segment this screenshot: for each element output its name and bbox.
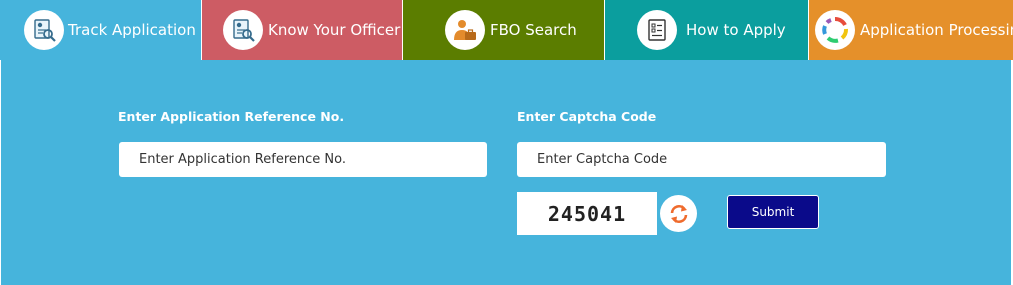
reference-number-input[interactable] bbox=[119, 142, 487, 177]
person-briefcase-icon bbox=[445, 10, 485, 50]
tab-label: Application Processing bbox=[860, 21, 1013, 39]
checklist-document-icon bbox=[637, 10, 677, 50]
tab-label: Know Your Officer bbox=[268, 21, 401, 39]
tab-label: How to Apply bbox=[686, 21, 786, 39]
tab-track-application[interactable]: Track Application bbox=[0, 0, 201, 60]
tab-how-to-apply[interactable]: How to Apply bbox=[605, 0, 808, 60]
reference-number-label: Enter Application Reference No. bbox=[118, 109, 345, 124]
track-application-panel: Enter Application Reference No. Enter Ca… bbox=[1, 60, 1011, 285]
refresh-icon bbox=[670, 204, 687, 223]
tab-application-processing[interactable]: Application Processing bbox=[809, 0, 1013, 60]
tab-label: FBO Search bbox=[490, 21, 577, 39]
refresh-captcha-button[interactable] bbox=[660, 195, 697, 232]
tab-fbo-search[interactable]: FBO Search bbox=[403, 0, 604, 60]
cycle-arrows-icon bbox=[815, 10, 855, 50]
submit-button[interactable]: Submit bbox=[727, 195, 819, 229]
tab-label: Track Application bbox=[68, 21, 196, 39]
captcha-input[interactable] bbox=[517, 142, 886, 177]
magnifier-document-icon bbox=[24, 10, 64, 50]
captcha-image: 245041 bbox=[517, 192, 657, 235]
magnifier-document-icon bbox=[223, 10, 263, 50]
tab-bar: Track Application Know Your Officer FBO bbox=[0, 0, 1013, 60]
captcha-label: Enter Captcha Code bbox=[517, 109, 657, 124]
tab-know-your-officer[interactable]: Know Your Officer bbox=[202, 0, 402, 60]
